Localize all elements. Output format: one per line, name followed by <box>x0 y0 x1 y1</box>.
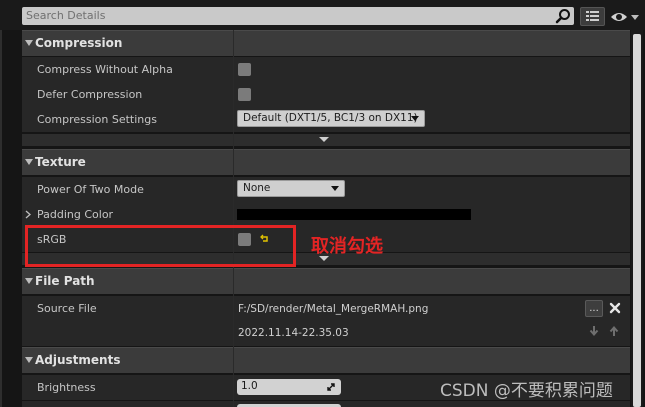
search-icon[interactable] <box>555 8 571 24</box>
defer-compression-checkbox[interactable] <box>238 88 251 101</box>
power-of-two-mode-dropdown[interactable]: None <box>237 180 345 197</box>
property-label: Brightness <box>37 381 96 394</box>
expand-arrow-icon[interactable] <box>25 357 33 363</box>
property-row-compression-settings: Compression Settings Default (DXT1/5, BC… <box>22 107 630 132</box>
property-label: Compression Settings <box>37 113 157 126</box>
chevron-down-icon <box>411 116 419 121</box>
category-title: Adjustments <box>35 353 121 367</box>
property-row-power-of-two-mode: Power Of Two Mode None <box>22 177 630 202</box>
chevron-down-icon <box>319 137 329 142</box>
expand-arrow-icon[interactable] <box>25 159 33 165</box>
expand-arrow-icon[interactable] <box>25 40 33 46</box>
dropdown-value: Default (DXT1/5, BC1/3 on DX11) <box>243 112 418 124</box>
vertical-scrollbar[interactable] <box>631 30 643 407</box>
property-row-compress-without-alpha: Compress Without Alpha <box>22 57 630 82</box>
expand-arrow-icon[interactable] <box>25 278 33 284</box>
category-file-path[interactable]: File Path <box>22 268 630 294</box>
compression-settings-dropdown[interactable]: Default (DXT1/5, BC1/3 on DX11) <box>237 110 425 127</box>
view-options-grid-button[interactable] <box>580 7 605 26</box>
expand-right-arrow-icon[interactable] <box>25 210 31 219</box>
scrollbar-thumb[interactable] <box>633 34 641 407</box>
visibility-filter-button[interactable] <box>609 8 643 26</box>
compress-without-alpha-checkbox[interactable] <box>238 63 251 76</box>
property-label: Defer Compression <box>37 88 143 101</box>
advanced-properties-toggle[interactable] <box>22 134 630 146</box>
category-title: Texture <box>35 155 86 169</box>
category-compression[interactable]: Compression <box>22 30 630 56</box>
property-row-defer-compression: Defer Compression <box>22 82 630 107</box>
property-label: Padding Color <box>37 208 114 221</box>
details-toolbar <box>0 0 645 30</box>
panel-left-border <box>0 30 2 407</box>
arrow-up-icon[interactable] <box>608 325 620 337</box>
resize-drag-icon[interactable] <box>326 382 336 392</box>
arrow-down-icon[interactable] <box>588 325 600 337</box>
category-texture[interactable]: Texture <box>22 149 630 175</box>
column-separator <box>233 30 234 407</box>
browse-button[interactable]: ... <box>585 300 603 317</box>
close-icon[interactable] <box>609 302 621 314</box>
search-box[interactable] <box>22 7 574 25</box>
property-row-next <box>22 401 630 407</box>
property-row-source-file: Source File F:/SD/render/Metal_MergeRMAH… <box>22 296 630 346</box>
category-adjustments[interactable]: Adjustments <box>22 347 630 373</box>
source-file-timestamp: 2022.11.14-22.35.03 <box>238 327 349 339</box>
brightness-input[interactable]: 1.0 <box>237 379 341 395</box>
source-file-path: F:/SD/render/Metal_MergeRMAH.png <box>238 303 429 315</box>
grid-list-icon <box>586 11 599 21</box>
category-title: Compression <box>35 36 123 50</box>
property-label: Source File <box>37 302 97 315</box>
eye-icon <box>611 13 639 21</box>
annotation-text: 取消勾选 <box>311 236 383 257</box>
property-label: Power Of Two Mode <box>37 183 144 196</box>
highlight-box <box>25 225 296 267</box>
dropdown-value: None <box>243 182 271 194</box>
property-label: Compress Without Alpha <box>37 63 173 76</box>
brightness-value: 1.0 <box>241 380 258 392</box>
watermark: CSDN @不要积累问题 <box>440 381 613 401</box>
padding-color-swatch[interactable] <box>237 209 471 220</box>
details-panel: Compression Compress Without Alpha Defer… <box>22 30 630 407</box>
search-input[interactable] <box>26 8 551 23</box>
chevron-down-icon <box>331 186 339 191</box>
category-title: File Path <box>35 274 95 288</box>
